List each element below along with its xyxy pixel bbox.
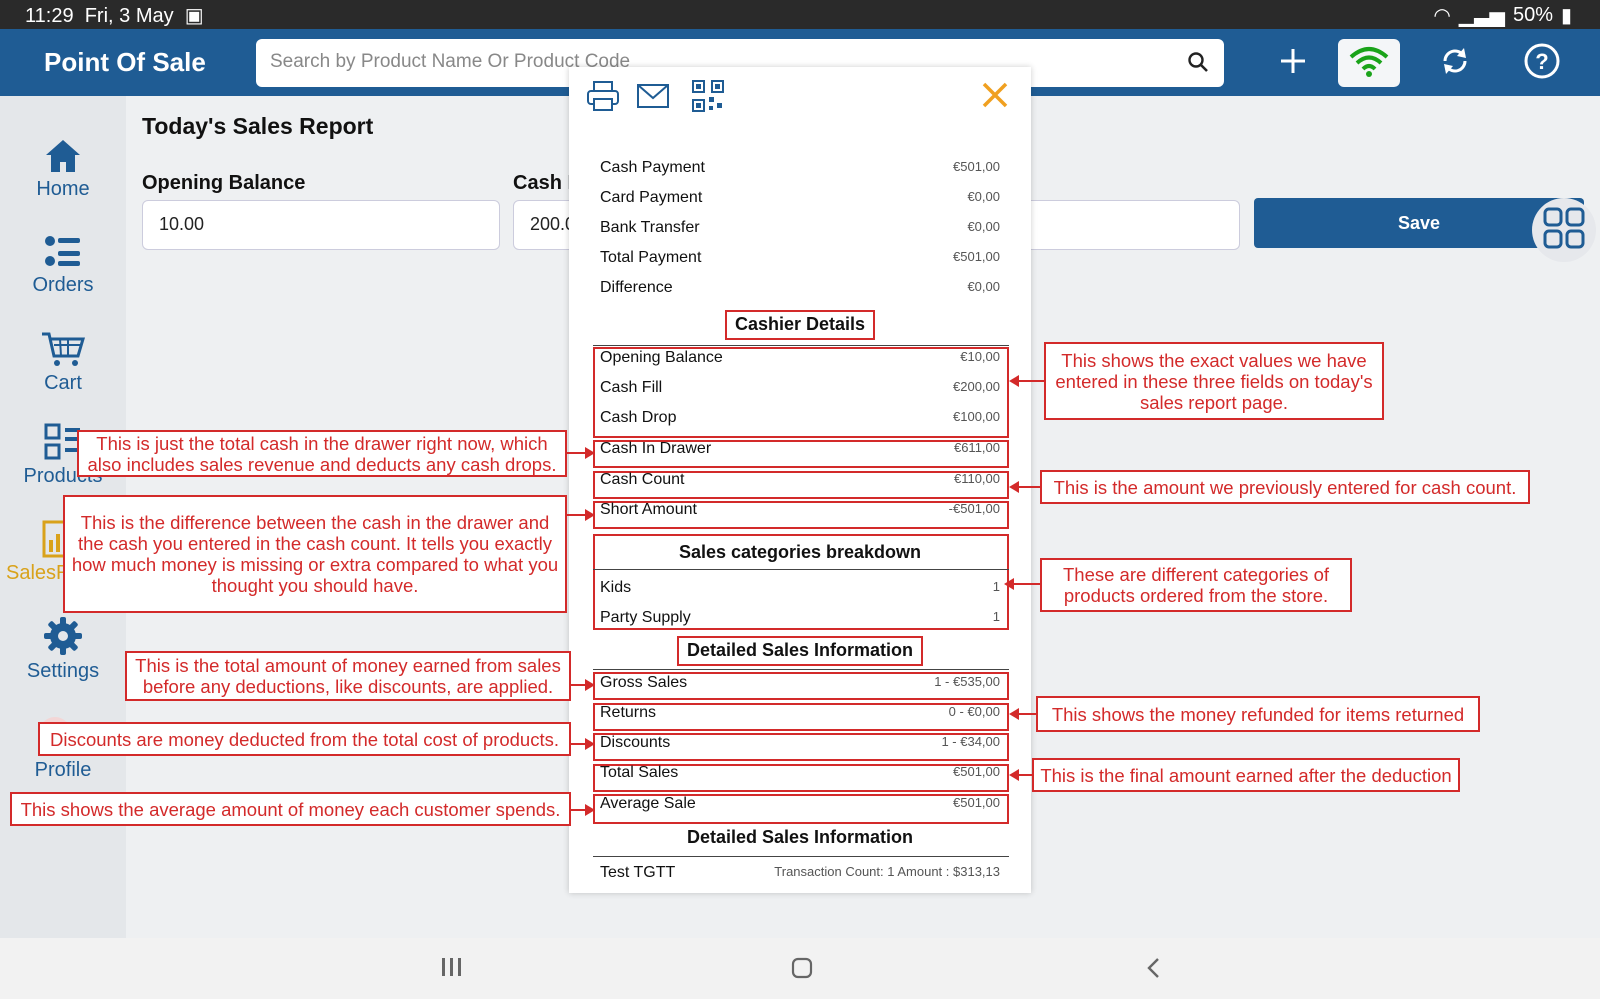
annotation-three-fields: This shows the exact values we have ente… <box>1044 342 1384 420</box>
cashier-row: Short Amount -€501,00 <box>600 501 1000 518</box>
close-icon[interactable] <box>981 81 1009 114</box>
annotation-gross-sales: This is the total amount of money earned… <box>125 651 571 701</box>
sidebar-item-label: Orders <box>32 274 94 296</box>
payment-row: Total Payment €501,00 <box>600 249 1000 266</box>
plus-icon <box>1279 47 1307 80</box>
cash-count-field[interactable] <box>1000 200 1240 250</box>
annotation-cash-count: This is the amount we previously entered… <box>1040 470 1530 504</box>
gallery-icon: ▣ <box>184 5 204 27</box>
detail-row: Gross Sales 1 - €535,00 <box>600 674 1000 691</box>
mail-icon[interactable] <box>636 83 670 114</box>
help-icon: ? <box>1523 42 1561 85</box>
annotation-arrow <box>571 738 595 750</box>
apps-button[interactable] <box>1532 198 1596 262</box>
cashier-row: Cash Drop €100,00 <box>600 409 1000 426</box>
payment-row: Difference €0,00 <box>600 279 1000 296</box>
payment-row: Bank Transfer €0,00 <box>600 219 1000 236</box>
category-row: Kids 1 <box>600 579 1000 596</box>
detailed-sales-header-2: Detailed Sales Information <box>686 827 914 847</box>
status-bar: 11:29 Fri, 3 May ▣ ◠ ▁▃▅ 50% ▮ <box>0 0 1600 29</box>
home-icon <box>0 138 126 174</box>
wifi-status-icon: ◠ <box>1433 5 1451 27</box>
home-nav-icon[interactable] <box>790 956 814 985</box>
sidebar-item-orders[interactable]: Orders <box>0 234 126 297</box>
back-icon[interactable] <box>1144 956 1164 985</box>
sidebar-item-home[interactable]: Home <box>0 138 126 201</box>
annotation-arrow <box>571 804 595 816</box>
detail-row: Total Sales €501,00 <box>600 764 1000 781</box>
detailed-sales-header: Detailed Sales Information <box>686 640 914 660</box>
annotation-discounts: Discounts are money deducted from the to… <box>38 722 571 756</box>
annotation-total-sales: This is the final amount earned after th… <box>1032 758 1460 792</box>
sync-icon <box>1439 45 1471 82</box>
wifi-icon <box>1349 45 1389 82</box>
cashier-details-header: Cashier Details <box>734 314 866 334</box>
detail-row: Average Sale €501,00 <box>600 795 1000 812</box>
divider <box>593 569 1009 570</box>
grid-icon <box>1542 206 1586 255</box>
annotation-categories: These are different categories of produc… <box>1040 558 1352 612</box>
divider <box>593 856 1009 857</box>
category-row: Party Supply 1 <box>600 609 1000 626</box>
sidebar-item-label: SalesR <box>6 562 71 584</box>
sync-button[interactable] <box>1424 39 1486 87</box>
annotation-short-amount: This is the difference between the cash … <box>63 495 567 613</box>
add-button[interactable] <box>1262 39 1324 87</box>
cashier-row: Cash In Drawer €611,00 <box>600 440 1000 457</box>
opening-balance-label: Opening Balance <box>142 172 306 194</box>
payment-row: Cash Payment €501,00 <box>600 159 1000 176</box>
annotation-cash-in-drawer: This is just the total cash in the drawe… <box>77 430 567 477</box>
cashier-row: Cash Count €110,00 <box>600 471 1000 488</box>
status-time: 11:29 <box>25 5 74 27</box>
annotation-arrow <box>571 679 595 691</box>
search-icon[interactable] <box>1186 50 1210 79</box>
help-button[interactable]: ? <box>1511 39 1573 87</box>
transaction-row: Test TGTT Transaction Count: 1 Amount : $… <box>600 864 1000 881</box>
detail-row: Returns 0 - €0,00 <box>600 704 1000 721</box>
sidebar-item-label: Cart <box>44 372 82 394</box>
payment-row: Card Payment €0,00 <box>600 189 1000 206</box>
system-nav-bar <box>0 938 1600 999</box>
annotation-arrow <box>567 447 595 459</box>
annotation-arrow <box>1004 578 1040 590</box>
wifi-button[interactable] <box>1338 39 1400 87</box>
sales-report-dialog: Cash Payment €501,00 Card Payment €0,00 Ba… <box>569 67 1031 893</box>
annotation-average-sale: This shows the average amount of money e… <box>10 792 571 826</box>
annotation-returns: This shows the money refunded for items … <box>1036 696 1480 732</box>
battery-level: 50% <box>1512 4 1553 26</box>
recent-apps-icon[interactable] <box>440 956 462 983</box>
cashier-row: Opening Balance €10,00 <box>600 349 1000 366</box>
battery-icon: ▮ <box>1560 5 1572 27</box>
status-date: Fri, 3 May <box>84 5 174 27</box>
sidebar-item-label: Home <box>36 178 90 200</box>
cart-icon <box>0 330 126 368</box>
cashier-row: Cash Fill €200,00 <box>600 379 1000 396</box>
signal-icon: ▁▃▅ <box>1458 5 1505 27</box>
annotation-arrow <box>567 509 595 521</box>
orders-icon <box>0 234 126 270</box>
opening-balance-field[interactable]: 10.00 <box>142 200 500 250</box>
sidebar-item-label: Profile <box>34 759 92 781</box>
detail-row: Discounts 1 - €34,00 <box>600 734 1000 751</box>
svg-text:?: ? <box>1535 49 1548 74</box>
annotation-arrow <box>1009 769 1032 781</box>
sidebar-item-label: Settings <box>26 660 100 682</box>
qr-code-icon[interactable] <box>691 79 725 118</box>
categories-header: Sales categories breakdown <box>678 542 922 562</box>
gear-icon <box>0 616 126 656</box>
annotation-arrow <box>1009 481 1040 493</box>
sidebar-item-cart[interactable]: Cart <box>0 330 126 395</box>
sidebar-item-settings[interactable]: Settings <box>0 616 126 683</box>
annotation-arrow <box>1009 708 1036 720</box>
app-title: Point Of Sale <box>44 47 206 77</box>
page-title: Today's Sales Report <box>142 113 374 139</box>
annotation-arrow <box>1009 375 1044 387</box>
print-icon[interactable] <box>586 79 620 118</box>
